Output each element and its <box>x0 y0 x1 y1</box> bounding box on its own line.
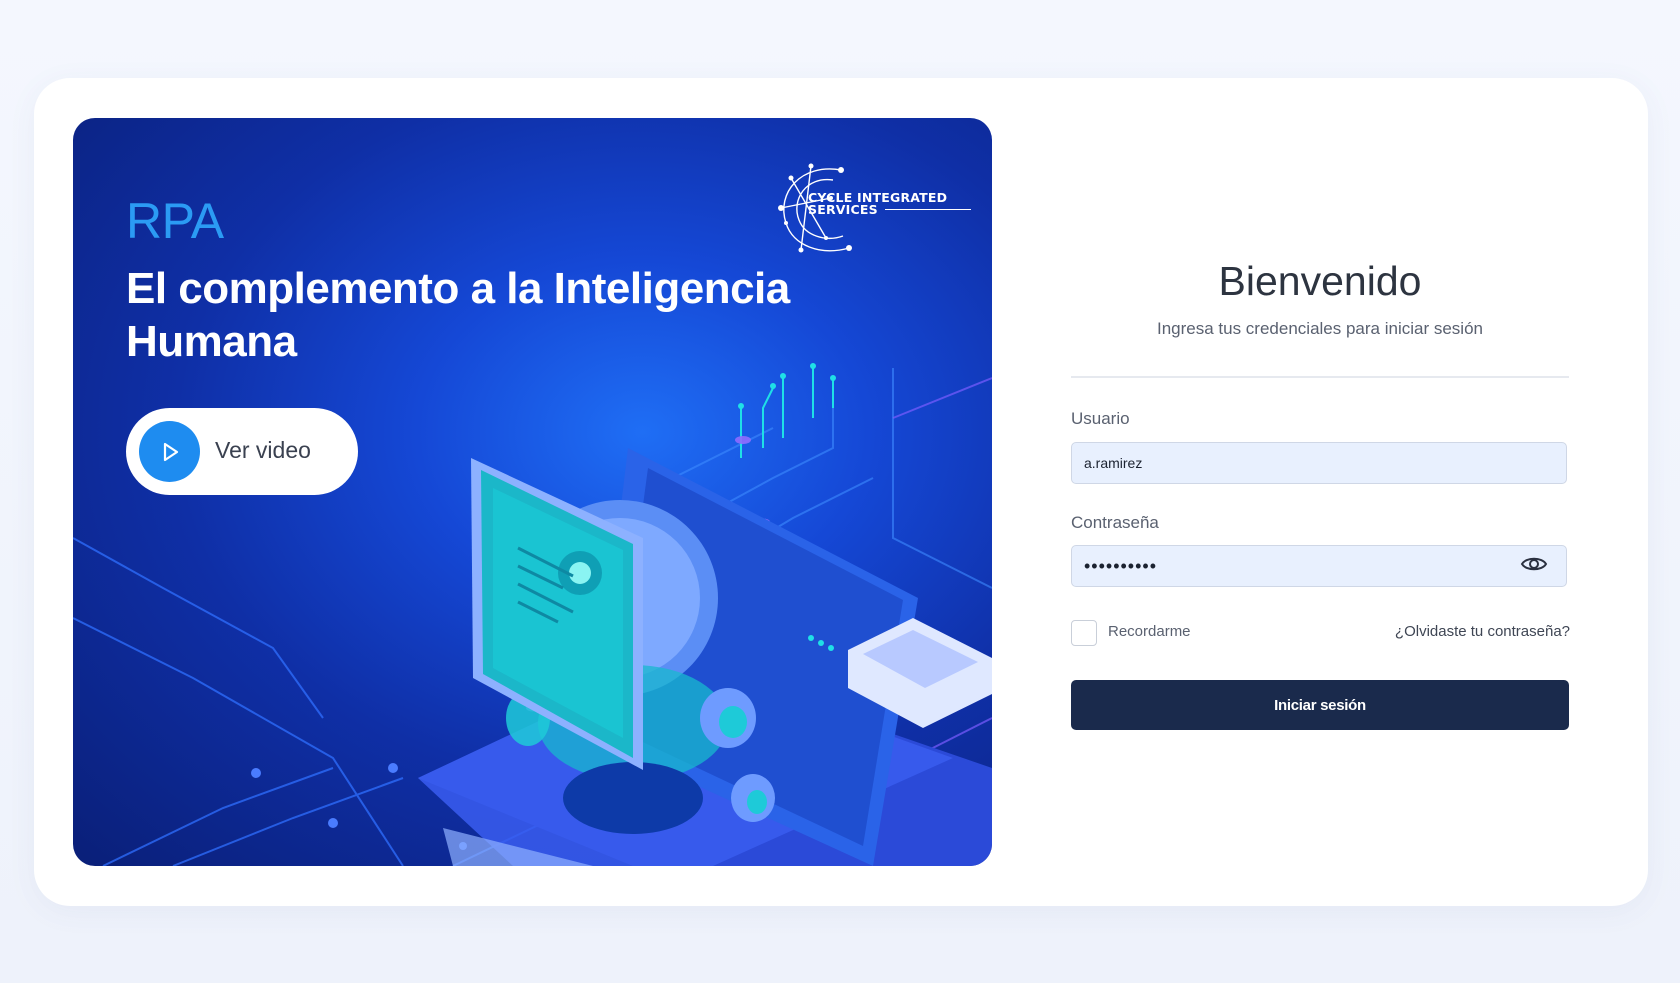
password-label: Contraseña <box>1071 513 1159 532</box>
play-icon <box>139 421 200 482</box>
login-submit-button[interactable]: Iniciar sesión <box>1071 680 1569 730</box>
logo-underline <box>885 209 971 210</box>
forgot-password-link[interactable]: ¿Olvidaste tu contraseña? <box>1320 623 1570 640</box>
welcome-title: Bienvenido <box>1218 258 1422 304</box>
hero-eyebrow: RPA <box>126 193 224 249</box>
company-logo-text: CYCLE INTEGRATED SERVICES <box>808 190 948 217</box>
hero-title: El complemento a la Inteligencia Humana <box>126 264 790 366</box>
eye-icon[interactable] <box>1520 554 1548 574</box>
remember-checkbox[interactable] <box>1071 620 1097 646</box>
username-input[interactable] <box>1071 442 1567 484</box>
username-label: Usuario <box>1071 409 1130 428</box>
remember-label: Recordarme <box>1108 623 1191 640</box>
watch-video-label: Ver video <box>215 437 311 463</box>
hero-banner: RPA El complemento a la Inteligencia Hum… <box>73 118 992 866</box>
password-input[interactable] <box>1071 545 1567 587</box>
welcome-subtitle: Ingresa tus credenciales para iniciar se… <box>1156 319 1483 338</box>
form-divider <box>1071 376 1569 378</box>
watch-video-button[interactable]: Ver video <box>126 408 358 495</box>
